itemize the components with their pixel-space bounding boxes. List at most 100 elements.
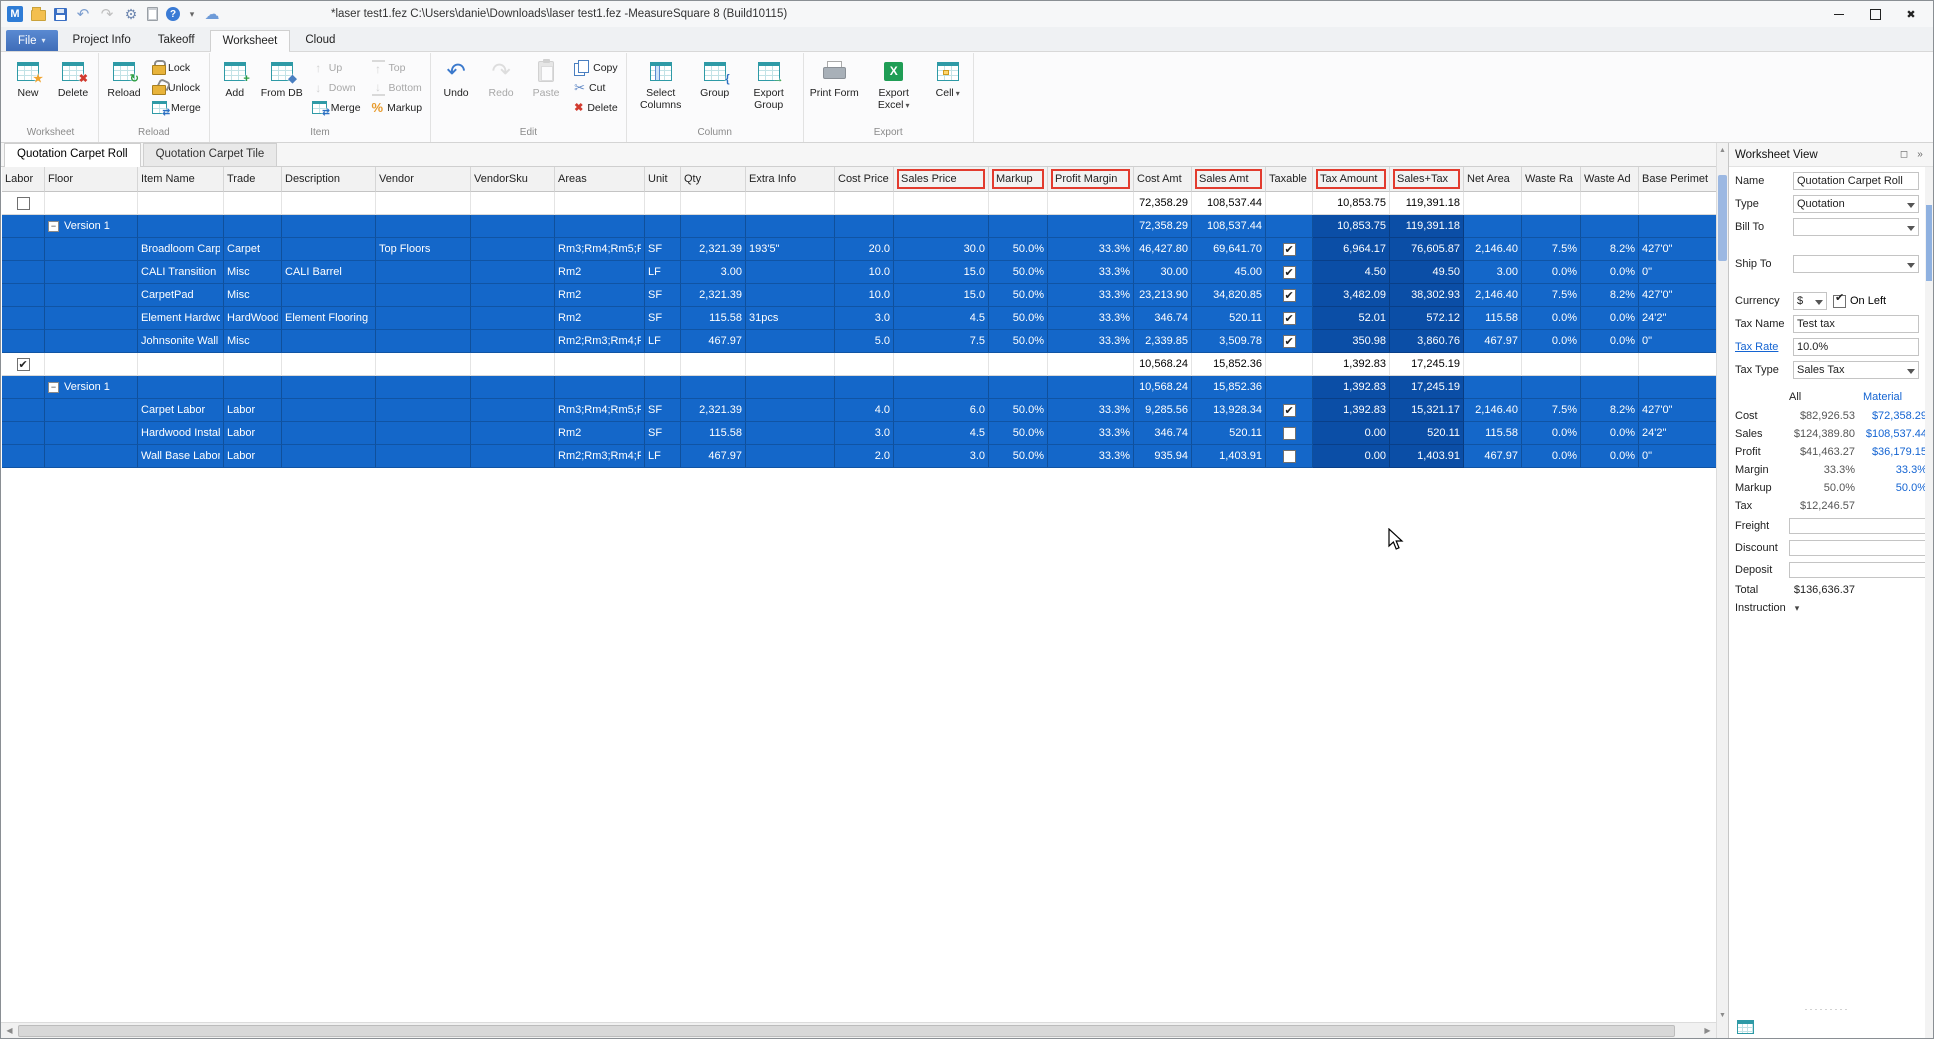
cell-unit[interactable] xyxy=(645,376,681,399)
cell-floor[interactable] xyxy=(45,399,138,422)
cell-sales_tax[interactable]: 17,245.19 xyxy=(1390,353,1464,376)
cell-trade[interactable]: Misc xyxy=(224,284,282,307)
cell-unit[interactable] xyxy=(645,192,681,215)
column-header-vendorsku[interactable]: VendorSku xyxy=(471,167,555,192)
ribbon-button-new[interactable]: ★ New xyxy=(6,55,50,99)
labor-checkbox[interactable] xyxy=(16,354,30,375)
cell-taxable[interactable] xyxy=(1266,445,1313,468)
cell-unit[interactable]: SF xyxy=(645,238,681,261)
cell-sales_price[interactable]: 4.5 xyxy=(894,307,989,330)
ribbon-tab-file[interactable]: File xyxy=(6,30,58,51)
panel-scroll-thumb[interactable] xyxy=(1926,205,1932,281)
sheet-tab-quotation-carpet-roll[interactable]: Quotation Carpet Roll xyxy=(4,143,141,167)
taxable-checkbox[interactable] xyxy=(1282,331,1296,352)
column-header-labor[interactable]: Labor xyxy=(2,167,45,192)
cell-taxable[interactable] xyxy=(1266,215,1313,238)
cell-waste_ad[interactable]: 8.2% xyxy=(1581,284,1639,307)
cell-vendor[interactable] xyxy=(376,353,471,376)
cell-cost_price[interactable]: 5.0 xyxy=(835,330,894,353)
bill-to-dropdown[interactable] xyxy=(1793,218,1919,236)
taxable-checkbox[interactable] xyxy=(1282,308,1296,329)
cell-sales_amt[interactable]: 3,509.78 xyxy=(1192,330,1266,353)
cell-vendorsku[interactable] xyxy=(471,307,555,330)
cell-profit_margin[interactable]: 33.3% xyxy=(1048,399,1134,422)
ribbon-tab-takeoff[interactable]: Takeoff xyxy=(146,30,207,51)
cell-vendor[interactable] xyxy=(376,261,471,284)
ribbon-tab-project-info[interactable]: Project Info xyxy=(61,30,143,51)
cell-extra_info[interactable] xyxy=(746,422,835,445)
ribbon-button-cell[interactable]: Cell ▾ xyxy=(926,55,970,99)
cell-trade[interactable]: Misc xyxy=(224,330,282,353)
ship-to-dropdown[interactable] xyxy=(1793,255,1919,273)
cell-cost_amt[interactable]: 9,285.56 xyxy=(1134,399,1192,422)
cell-item_name[interactable]: Johnsonite Wall xyxy=(138,330,224,353)
cell-cost_price[interactable]: 4.0 xyxy=(835,399,894,422)
cell-extra_info[interactable]: 31pcs xyxy=(746,307,835,330)
column-header-tax_amount[interactable]: Tax Amount xyxy=(1313,167,1390,192)
cell-sales_tax[interactable]: 76,605.87 xyxy=(1390,238,1464,261)
cell-markup[interactable]: 50.0% xyxy=(989,307,1048,330)
cell-vendorsku[interactable] xyxy=(471,261,555,284)
ribbon-button-export-excel[interactable]: X Export Excel ▾ xyxy=(863,55,925,111)
save-icon[interactable] xyxy=(54,7,67,21)
cell-markup[interactable]: 50.0% xyxy=(989,238,1048,261)
cell-sales_amt[interactable]: 15,852.36 xyxy=(1192,376,1266,399)
cell-trade[interactable]: Carpet xyxy=(224,238,282,261)
cell-description[interactable] xyxy=(282,238,376,261)
cell-trade[interactable]: Labor xyxy=(224,399,282,422)
table-row[interactable]: Element Hardwo HardWood Element Flooring Rm… xyxy=(2,307,1716,330)
discount-input[interactable] xyxy=(1789,540,1927,556)
cell-waste_ra[interactable]: 0.0% xyxy=(1522,445,1581,468)
cell-tax_amount[interactable]: 6,964.17 xyxy=(1313,238,1390,261)
cell-base_perimeter[interactable]: 427'0" xyxy=(1639,238,1716,261)
taxable-checkbox[interactable] xyxy=(1282,426,1296,440)
cell-base_perimeter[interactable] xyxy=(1639,376,1716,399)
redo-icon[interactable]: ↷ xyxy=(99,6,115,23)
ribbon-button-undo[interactable]: ↶ Undo xyxy=(434,55,478,99)
ribbon-button-reload[interactable]: ↻ Reload xyxy=(102,55,146,99)
cell-tax_amount[interactable]: 0.00 xyxy=(1313,422,1390,445)
cell-floor[interactable] xyxy=(45,307,138,330)
collapse-icon[interactable] xyxy=(48,381,59,393)
cell-taxable[interactable] xyxy=(1266,261,1313,284)
cell-unit[interactable]: LF xyxy=(645,330,681,353)
cell-unit[interactable]: LF xyxy=(645,261,681,284)
cell-areas[interactable]: Rm2 xyxy=(555,284,645,307)
scroll-down-arrow-icon[interactable] xyxy=(1717,1008,1728,1022)
cell-trade[interactable]: Labor xyxy=(224,422,282,445)
cell-sales_price[interactable]: 15.0 xyxy=(894,284,989,307)
cell-item_name[interactable] xyxy=(138,215,224,238)
cell-markup[interactable]: 50.0% xyxy=(989,399,1048,422)
cell-trade[interactable] xyxy=(224,215,282,238)
table-row[interactable]: Johnsonite Wall Misc Rm2;Rm3;Rm4;R LF 467.97… xyxy=(2,330,1716,353)
cell-extra_info[interactable] xyxy=(746,284,835,307)
cell-taxable[interactable] xyxy=(1266,284,1313,307)
cell-taxable[interactable] xyxy=(1266,192,1313,215)
tax-type-dropdown[interactable]: Sales Tax xyxy=(1793,361,1919,379)
cell-vendorsku[interactable] xyxy=(471,353,555,376)
cell-areas[interactable] xyxy=(555,376,645,399)
cell-cost_price[interactable]: 10.0 xyxy=(835,261,894,284)
cell-base_perimeter[interactable]: 0" xyxy=(1639,445,1716,468)
cell-sales_amt[interactable]: 69,641.70 xyxy=(1192,238,1266,261)
cell-item_name[interactable]: Hardwood Instal xyxy=(138,422,224,445)
column-header-vendor[interactable]: Vendor xyxy=(376,167,471,192)
cell-net_area[interactable] xyxy=(1464,353,1522,376)
summary-row[interactable]: 10,568.24 15,852.36 1,392.83 17,245.19 xyxy=(2,353,1716,376)
cell-vendor[interactable] xyxy=(376,445,471,468)
cell-trade[interactable]: Misc xyxy=(224,261,282,284)
ribbon-button-merge[interactable]: ⇄ Merge xyxy=(149,99,204,117)
ribbon-button-unlock[interactable]: Unlock xyxy=(149,79,204,96)
scroll-up-arrow-icon[interactable] xyxy=(1717,143,1728,157)
cell-vendorsku[interactable] xyxy=(471,284,555,307)
cell-sales_tax[interactable]: 17,245.19 xyxy=(1390,376,1464,399)
cell-net_area[interactable]: 467.97 xyxy=(1464,330,1522,353)
cell-cost_price[interactable]: 20.0 xyxy=(835,238,894,261)
cell-cost_price[interactable]: 3.0 xyxy=(835,422,894,445)
cell-sales_tax[interactable]: 119,391.18 xyxy=(1390,215,1464,238)
cell-sales_tax[interactable]: 572.12 xyxy=(1390,307,1464,330)
scroll-right-arrow-icon[interactable] xyxy=(1699,1023,1716,1039)
cell-profit_margin[interactable] xyxy=(1048,192,1134,215)
cell-markup[interactable]: 50.0% xyxy=(989,422,1048,445)
vertical-scrollbar[interactable] xyxy=(1716,143,1728,1038)
